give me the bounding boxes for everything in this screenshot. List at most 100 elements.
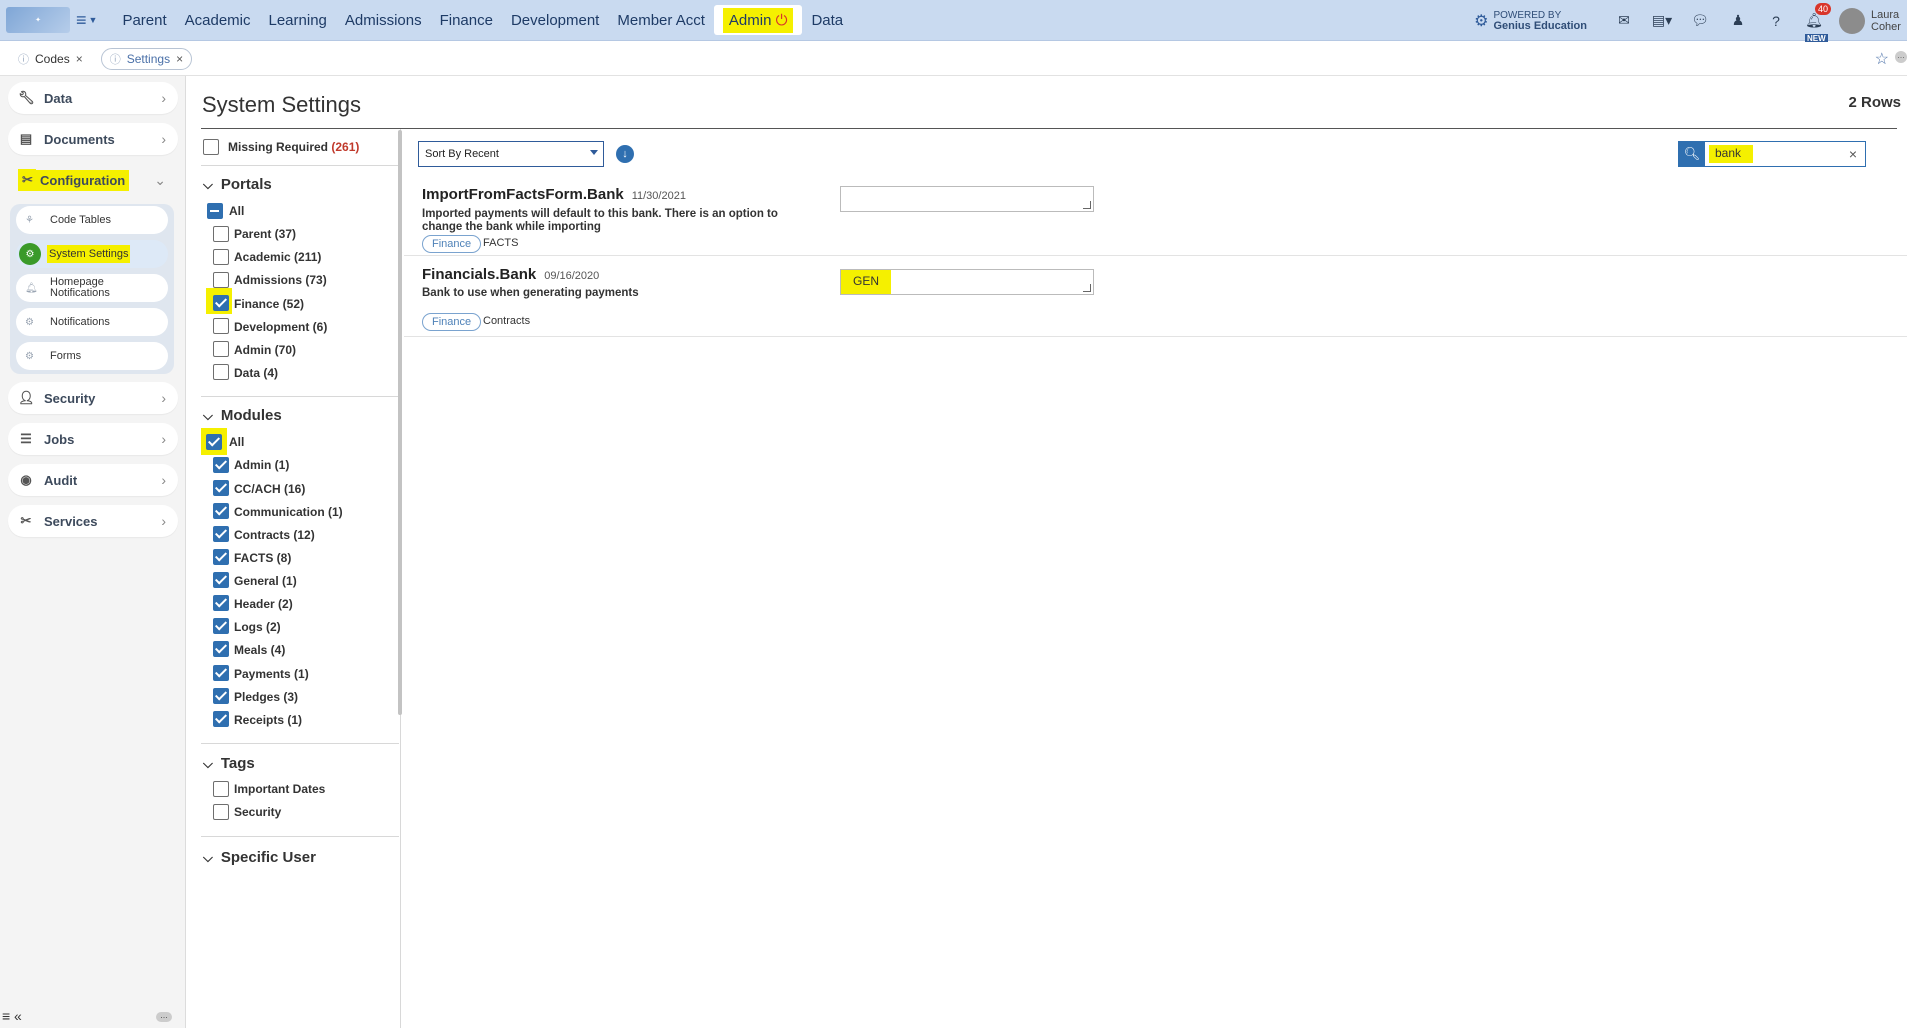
avatar[interactable] — [1839, 7, 1865, 34]
nav-academic[interactable]: Academic — [176, 5, 260, 35]
user-lock-icon: 👤︎ — [18, 390, 35, 405]
subitem-notifications[interactable]: ⚙ Notifications — [16, 308, 168, 336]
divider — [201, 836, 399, 837]
portal-tag[interactable]: Finance — [422, 313, 482, 331]
nav-admin[interactable]: Admin ⏻ — [713, 5, 803, 35]
more-options-icon[interactable]: … — [156, 1012, 172, 1022]
setting-value-field[interactable] — [840, 186, 1094, 212]
portal-all-checkbox[interactable] — [207, 203, 223, 219]
resize-handle-icon[interactable] — [1083, 284, 1091, 292]
module-facts-checkbox[interactable] — [213, 549, 229, 565]
portals-heading[interactable]: ⌵ Portals — [203, 176, 272, 193]
sidebar-item-label: Documents — [44, 131, 115, 147]
subitem-code-tables[interactable]: ⚘ Code Tables — [16, 206, 168, 234]
missing-required-checkbox[interactable] — [203, 139, 219, 155]
portal-tag[interactable]: Finance — [422, 235, 482, 253]
nav-finance[interactable]: Finance — [431, 5, 502, 35]
nav-admissions[interactable]: Admissions — [336, 5, 431, 35]
portal-data-checkbox[interactable] — [213, 364, 229, 380]
module-pledges-checkbox[interactable] — [213, 688, 229, 704]
sidebar-item-documents[interactable]: ▤ Documents › — [8, 123, 178, 155]
nav-parent[interactable]: Parent — [113, 5, 175, 35]
specific-user-heading[interactable]: ⌵ Specific User — [203, 849, 316, 866]
clear-search-icon[interactable]: × — [1849, 146, 1857, 162]
bell-icon[interactable]: 🔔︎ 40 NEW — [1795, 3, 1833, 43]
help-icon[interactable]: ? — [1757, 13, 1795, 29]
codes-icon: ⓘ — [18, 53, 29, 66]
portal-admin-checkbox[interactable] — [213, 341, 229, 357]
sort-select[interactable]: Sort By Recent — [418, 141, 604, 167]
module-payments-label: Payments (1) — [234, 667, 309, 681]
portal-admissions-checkbox[interactable] — [213, 272, 229, 288]
setting-name-text: ImportFromFactsForm.Bank — [422, 186, 624, 203]
nav-member-acct[interactable]: Member Acct — [608, 5, 714, 35]
report-icon[interactable]: ▤▾ — [1643, 12, 1681, 29]
sidebar-item-audit[interactable]: ◉ Audit › — [8, 464, 178, 496]
subitem-label-line2: Notifications — [50, 287, 110, 299]
chevron-right-icon: › — [161, 431, 166, 447]
sidebar-item-data[interactable]: 🔧︎ Data › — [8, 82, 178, 114]
nav-learning[interactable]: Learning — [260, 5, 336, 35]
module-all-checkbox[interactable] — [206, 434, 222, 450]
tag-security-checkbox[interactable] — [213, 804, 229, 820]
mail-icon[interactable]: ✉ — [1605, 12, 1643, 29]
cog-icon: ⚙ — [25, 350, 34, 362]
setting-value-field[interactable]: GEN — [840, 269, 1094, 295]
sidebar-item-jobs[interactable]: ☰ Jobs › — [8, 423, 178, 455]
setting-date: 11/30/2021 — [631, 190, 686, 202]
setting-description: Bank to use when generating payments — [422, 287, 639, 299]
module-ccach-checkbox[interactable] — [213, 480, 229, 496]
subitem-system-settings[interactable]: ⚙ System Settings — [16, 240, 168, 268]
sidebar-item-configuration[interactable]: ✂ Configuration ⌄ — [8, 164, 178, 196]
nav-development[interactable]: Development — [502, 5, 608, 35]
nav-data[interactable]: Data — [802, 5, 852, 35]
module-contracts-checkbox[interactable] — [213, 526, 229, 542]
close-icon[interactable]: × — [176, 52, 183, 66]
subitem-label: Code Tables — [50, 214, 111, 226]
tag-important-dates-checkbox[interactable] — [213, 781, 229, 797]
collapse-sidebar-icon[interactable]: ≡ « — [2, 1008, 22, 1024]
module-payments-checkbox[interactable] — [213, 665, 229, 681]
portal-admissions-label: Admissions (73) — [234, 273, 327, 287]
modules-heading[interactable]: ⌵ Modules — [203, 407, 282, 424]
resize-handle-icon[interactable] — [1083, 201, 1091, 209]
tab-codes[interactable]: ⓘ Codes × — [10, 48, 91, 70]
tag-important-dates-label: Important Dates — [234, 782, 326, 796]
tags-heading[interactable]: ⌵ Tags — [203, 755, 255, 772]
portal-parent-checkbox[interactable] — [213, 226, 229, 242]
search-input[interactable]: bank — [1709, 145, 1754, 163]
powered-by: ⚙ POWERED BY Genius Education — [1474, 10, 1587, 31]
setting-name: Financials.Bank 09/16/2020 — [422, 266, 599, 283]
portal-development-checkbox[interactable] — [213, 318, 229, 334]
notification-count-badge: 40 — [1814, 3, 1831, 15]
user-name[interactable]: Laura Coher — [1871, 9, 1907, 33]
search-icon[interactable]: 🔍︎ — [1679, 142, 1705, 166]
missing-required-text: Missing Required — [228, 140, 329, 154]
tab-settings[interactable]: ⓘ Settings × — [100, 47, 193, 70]
module-general-checkbox[interactable] — [213, 572, 229, 588]
module-header-checkbox[interactable] — [213, 595, 229, 611]
more-options-icon[interactable]: … — [1895, 51, 1907, 63]
portal-academic-checkbox[interactable] — [213, 249, 229, 265]
module-logs-checkbox[interactable] — [213, 618, 229, 634]
sort-direction-arrow-down-icon[interactable]: ↓ — [616, 145, 634, 163]
portal-finance-checkbox[interactable] — [213, 295, 229, 311]
favorite-star-icon[interactable]: ☆ — [1875, 49, 1889, 69]
module-receipts-checkbox[interactable] — [213, 711, 229, 727]
module-admin-checkbox[interactable] — [213, 457, 229, 473]
chevron-right-icon: › — [161, 513, 166, 529]
school-logo[interactable]: ✦ — [6, 7, 70, 33]
close-icon[interactable]: × — [76, 52, 83, 66]
chat-icon[interactable]: 💬︎ — [1681, 12, 1719, 29]
subitem-homepage-notifications[interactable]: 🔔︎ Homepage Notifications — [16, 274, 168, 302]
portals-heading-label: Portals — [220, 176, 272, 193]
subitem-forms[interactable]: ⚙ Forms — [16, 342, 168, 370]
sidebar-item-services[interactable]: ✂ Services › — [8, 505, 178, 537]
sidebar-item-security[interactable]: 👤︎ Security › — [8, 382, 178, 414]
user-secret-icon[interactable]: ♟ — [1719, 12, 1757, 29]
filter-scrollbar[interactable] — [398, 130, 402, 715]
menu-icon[interactable]: ≡ ▼ — [76, 10, 97, 31]
module-communication-checkbox[interactable] — [213, 503, 229, 519]
module-meals-checkbox[interactable] — [213, 641, 229, 657]
divider — [201, 396, 399, 397]
